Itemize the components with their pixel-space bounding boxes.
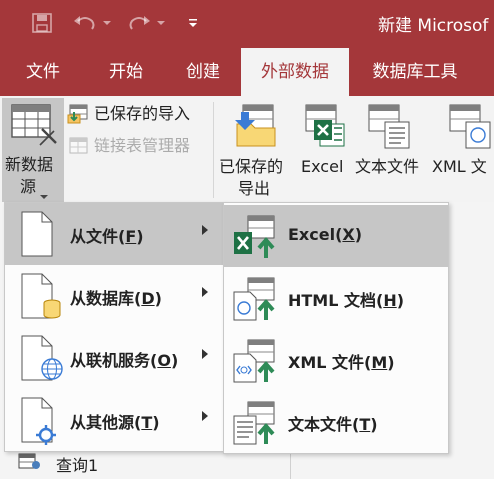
undo-dropdown-icon[interactable] (100, 10, 114, 36)
submenu-item-label: XML 文件 (288, 353, 365, 372)
import-excel-icon (232, 212, 282, 266)
linked-table-icon (68, 135, 90, 161)
tab-create[interactable]: 创建 (170, 48, 236, 96)
ribbon-group-separator (213, 102, 214, 198)
menu-item-from-file[interactable]: 从文件(F) (5, 203, 224, 265)
menu-item-from-other-sources[interactable]: 从其他源(T) (5, 389, 224, 451)
accelerator-key: H (383, 291, 397, 310)
nav-query-item[interactable]: 查询1 (18, 451, 98, 477)
submenu-item-label: HTML 文档 (288, 291, 376, 310)
menu-item-label: 从其他源 (70, 413, 135, 432)
submenu-item-html[interactable]: HTML 文档(H) (224, 267, 448, 329)
submenu-arrow-icon (202, 287, 208, 297)
title-bar: 新建 Microsof (0, 0, 494, 48)
saved-imports-icon (66, 103, 90, 129)
database-icon (20, 273, 62, 325)
window-title: 新建 Microsof (378, 16, 489, 36)
saved-imports-button[interactable]: 已保存的导入 (66, 102, 208, 126)
import-html-icon (232, 274, 282, 328)
export-text-file-label: 文本文件 (355, 157, 420, 176)
accelerator-key: F (125, 227, 137, 246)
import-text-icon (232, 398, 282, 452)
query-icon (18, 452, 42, 476)
linked-table-manager-label: 链接表管理器 (94, 136, 191, 155)
text-file-icon (367, 102, 413, 154)
submenu-item-excel[interactable]: Excel(X) (224, 205, 448, 267)
ribbon-tabs: 文件 开始 创建 外部数据 数据库工具 (0, 48, 494, 96)
saved-exports-button[interactable]: 已保存的 导出 (219, 100, 295, 200)
menu-item-from-online-services[interactable]: 从联机服务(O) (5, 327, 224, 389)
accelerator-key: D (141, 289, 155, 308)
new-data-source-label-2: 源 (20, 177, 37, 196)
file-icon (20, 211, 54, 261)
saved-imports-label: 已保存的导入 (94, 104, 191, 123)
query-item-label: 查询1 (56, 456, 99, 475)
tab-file[interactable]: 文件 (8, 48, 78, 96)
accelerator-key: T (359, 415, 371, 434)
accelerator-key: T (141, 413, 153, 432)
accelerator-key: M (371, 353, 388, 372)
linked-table-manager-button[interactable]: 链接表管理器 (66, 134, 208, 158)
new-data-source-menu: 从文件(F) 从数据库(D) 从联机服务(O) 从其他源(T) (4, 202, 225, 452)
redo-icon[interactable] (124, 10, 154, 36)
submenu-item-xml[interactable]: XML 文件(M) (224, 329, 448, 391)
menu-item-label: 从数据库 (70, 289, 135, 308)
save-icon[interactable] (28, 10, 56, 36)
other-source-icon (20, 397, 66, 453)
menu-item-from-database[interactable]: 从数据库(D) (5, 265, 224, 327)
export-excel-button[interactable]: Excel (298, 100, 348, 180)
submenu-arrow-icon (202, 225, 208, 235)
undo-icon[interactable] (70, 10, 100, 36)
export-text-file-button[interactable]: 文本文件 (353, 100, 429, 180)
customize-qat-icon[interactable] (184, 10, 202, 36)
menu-item-label: 从联机服务 (70, 351, 151, 370)
accelerator-key: X (342, 225, 355, 244)
globe-icon (20, 335, 66, 387)
nav-pane-divider (290, 450, 291, 479)
tab-home[interactable]: 开始 (93, 48, 159, 96)
ribbon-panel: 新数据 源 已保存的导入 链接表管理器 已保存的 导出 Excel 文本文件 X… (0, 96, 494, 203)
from-file-submenu: Excel(X) HTML 文档(H) XML 文件(M) 文本文件(T) (223, 202, 449, 454)
submenu-item-label: 文本文件 (288, 415, 353, 434)
redo-dropdown-icon[interactable] (154, 10, 168, 36)
submenu-item-label: Excel (288, 225, 336, 244)
menu-item-label: 从文件 (70, 227, 119, 246)
submenu-item-text-file[interactable]: 文本文件(T) (224, 391, 448, 453)
new-data-source-icon (10, 101, 60, 153)
excel-icon (300, 102, 348, 154)
export-xml-label: XML 文 (432, 157, 487, 176)
export-xml-button[interactable]: XML 文 (430, 100, 494, 180)
new-data-source-button[interactable]: 新数据 源 (2, 98, 64, 202)
export-excel-label: Excel (301, 157, 344, 176)
new-data-source-label-1: 新数据 (5, 155, 54, 174)
submenu-arrow-icon (202, 349, 208, 359)
saved-exports-label-2: 导出 (238, 179, 271, 198)
accelerator-key: O (157, 351, 171, 370)
import-xml-icon (232, 336, 282, 390)
xml-file-icon (448, 102, 494, 154)
tab-external-data[interactable]: 外部数据 (241, 48, 349, 96)
tab-database-tools[interactable]: 数据库工具 (360, 48, 470, 96)
saved-exports-label-1: 已保存的 (219, 157, 284, 176)
saved-exports-icon (231, 102, 281, 154)
submenu-arrow-icon (202, 411, 208, 421)
